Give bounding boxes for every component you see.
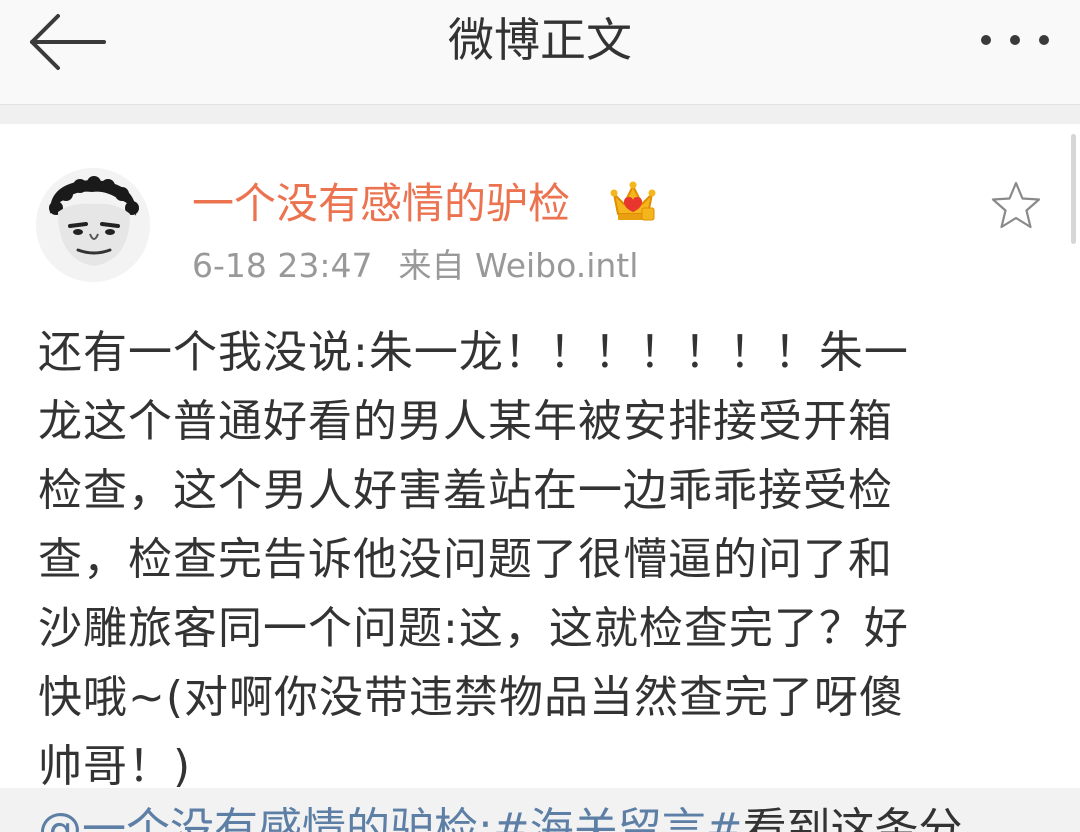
- repost-preview[interactable]: @一个没有感情的驴检:#海关留言#看到这条分: [0, 788, 1080, 832]
- repost-body: 看到这条分: [742, 804, 963, 832]
- avatar[interactable]: [36, 168, 150, 282]
- post-time: 6-18 23:47: [192, 246, 373, 285]
- repost-hashtag[interactable]: #海关留言#: [493, 804, 743, 832]
- post-meta: 6-18 23:47 来自 Weibo.intl: [192, 242, 638, 290]
- vip-crown-icon: [610, 180, 656, 224]
- page-title: 微博正文: [448, 13, 632, 67]
- repost-mention[interactable]: @一个没有感情的驴检:: [38, 804, 493, 832]
- username[interactable]: 一个没有感情的驴检: [192, 174, 570, 234]
- favorite-star-icon[interactable]: [990, 180, 1042, 232]
- repost-text: @一个没有感情的驴检:#海关留言#看到这条分: [38, 800, 963, 832]
- top-navigation-bar: 微博正文: [0, 0, 1080, 105]
- section-gap: [0, 105, 1080, 124]
- more-dots-icon[interactable]: [978, 26, 1052, 54]
- scroll-indicator[interactable]: [1071, 134, 1076, 244]
- post-source[interactable]: Weibo.intl: [475, 246, 638, 285]
- post-body-text: 还有一个我没说:朱一龙！！！！！！！朱一 龙这个普通好看的男人某年被安排接受开箱…: [38, 327, 909, 792]
- source-prefix: 来自: [398, 246, 465, 285]
